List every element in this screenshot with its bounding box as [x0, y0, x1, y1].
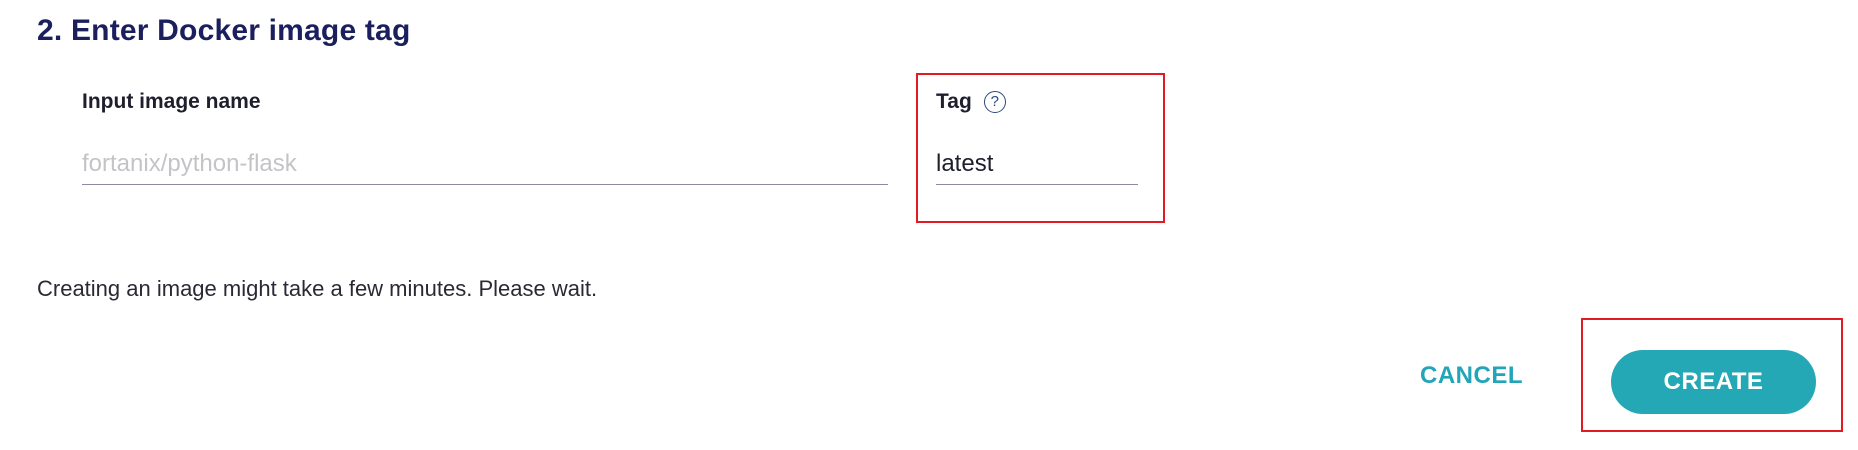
- tag-input[interactable]: [936, 150, 1138, 185]
- image-name-label: Input image name: [82, 90, 261, 114]
- image-name-label-text: Input image name: [82, 90, 261, 113]
- create-button[interactable]: CREATE: [1611, 350, 1816, 414]
- wait-notice: Creating an image might take a few minut…: [37, 276, 598, 301]
- help-icon[interactable]: ?: [983, 91, 1006, 113]
- image-name-input[interactable]: [82, 150, 888, 185]
- tag-label: Tag ?: [936, 90, 1006, 114]
- cancel-button[interactable]: CANCEL: [1420, 362, 1523, 390]
- tag-label-text: Tag: [936, 90, 972, 113]
- section-title: 2. Enter Docker image tag: [37, 14, 411, 47]
- create-image-page: 2. Enter Docker image tag Input image na…: [0, 0, 1858, 450]
